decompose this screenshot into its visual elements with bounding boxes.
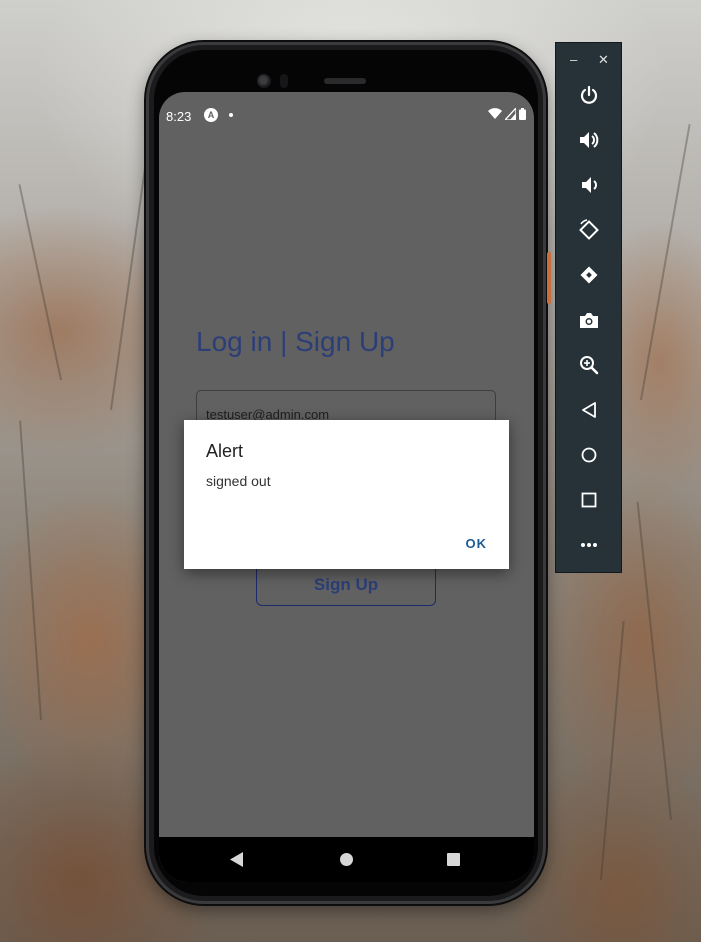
device-screen[interactable]: Log in | Sign Up testuser@admin.com Sign… — [159, 92, 534, 882]
status-bar: 8:23 A — [159, 92, 534, 138]
notification-dot-icon — [229, 113, 233, 117]
rotate-right-icon[interactable] — [577, 263, 601, 287]
nav-back-icon[interactable] — [230, 852, 244, 867]
navigation-bar — [159, 837, 534, 882]
power-icon[interactable] — [577, 83, 601, 107]
home-icon[interactable] — [577, 443, 601, 467]
alert-ok-button[interactable]: OK — [466, 536, 488, 551]
nav-recents-icon[interactable] — [447, 853, 460, 866]
close-button[interactable]: ✕ — [598, 52, 609, 68]
front-camera — [257, 74, 271, 88]
emulator-toolbar: – ✕ — [555, 42, 622, 573]
alert-title: Alert — [206, 441, 244, 461]
sensor — [280, 74, 288, 88]
window-controls: – ✕ — [556, 52, 621, 69]
sign-up-button[interactable]: Sign Up — [256, 564, 436, 606]
volume-up-icon[interactable] — [577, 128, 601, 152]
status-time: 8:23 — [166, 109, 192, 124]
status-icons — [488, 108, 526, 120]
camera-icon[interactable] — [577, 308, 601, 332]
back-icon[interactable] — [577, 398, 601, 422]
app-notification-icon: A — [204, 108, 218, 122]
minimize-button[interactable]: – — [570, 52, 577, 67]
earpiece-speaker — [324, 78, 366, 84]
alert-dialog: Alert signed out OK — [184, 420, 509, 569]
page-title: Log in | Sign Up — [196, 326, 395, 357]
more-icon[interactable] — [577, 533, 601, 557]
nav-home-icon[interactable] — [340, 853, 353, 866]
alert-message: signed out — [206, 473, 271, 489]
signal-icon — [505, 108, 516, 120]
overview-icon[interactable] — [577, 488, 601, 512]
volume-down-icon[interactable] — [577, 173, 601, 197]
rotate-left-icon[interactable] — [577, 218, 601, 242]
wifi-icon — [488, 108, 502, 119]
zoom-icon[interactable] — [577, 353, 601, 377]
battery-icon — [519, 108, 526, 120]
phone-side-button[interactable] — [547, 252, 551, 304]
